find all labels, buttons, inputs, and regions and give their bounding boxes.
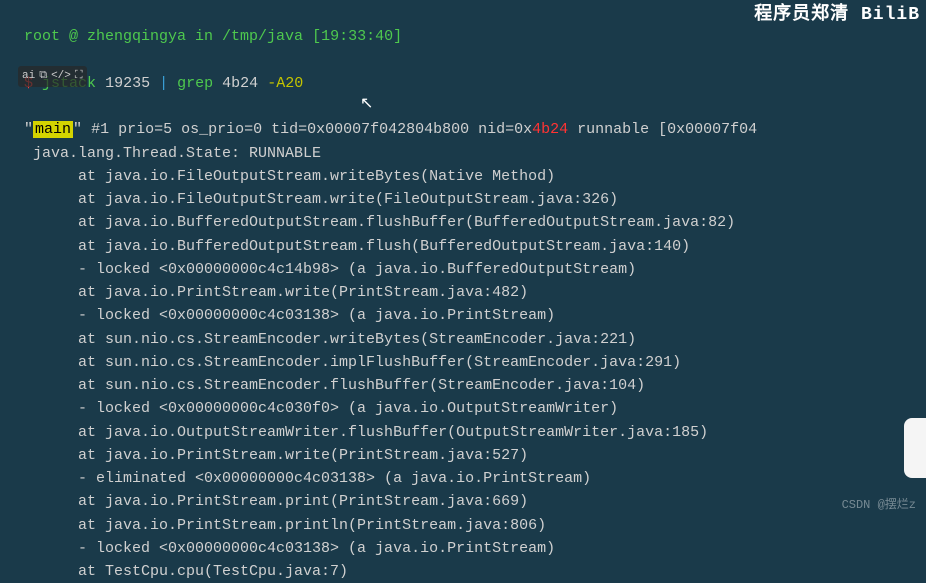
stack-frame: at java.io.PrintStream.write(PrintStream… bbox=[6, 281, 920, 304]
watermark-label: CSDN @摆烂z bbox=[842, 496, 916, 515]
stack-trace: at java.io.FileOutputStream.writeBytes(N… bbox=[6, 165, 920, 583]
stack-frame: at java.io.PrintStream.println(PrintStre… bbox=[6, 514, 920, 537]
stack-frame: at java.io.OutputStreamWriter.flushBuffe… bbox=[6, 421, 920, 444]
stack-frame: at java.io.FileOutputStream.write(FileOu… bbox=[6, 188, 920, 211]
stack-frame: at java.io.PrintStream.write(PrintStream… bbox=[6, 444, 920, 467]
expand-icon[interactable]: ⛶ bbox=[75, 68, 83, 85]
stack-frame: at sun.nio.cs.StreamEncoder.writeBytes(S… bbox=[6, 328, 920, 351]
stack-frame: at java.io.BufferedOutputStream.flushBuf… bbox=[6, 211, 920, 234]
stack-frame: - locked <0x00000000c4c14b98> (a java.io… bbox=[6, 258, 920, 281]
video-source-label: 程序员郑清 BiliB bbox=[748, 0, 926, 32]
code-icon[interactable]: </> bbox=[51, 68, 71, 85]
ai-icon[interactable]: ai bbox=[22, 68, 35, 85]
stack-frame: - locked <0x00000000c4c03138> (a java.io… bbox=[6, 537, 920, 560]
stack-frame: at java.io.PrintStream.print(PrintStream… bbox=[6, 490, 920, 513]
stack-frame: - locked <0x00000000c4c03138> (a java.io… bbox=[6, 304, 920, 327]
thread-name-highlight: main bbox=[33, 121, 73, 138]
stack-frame: at sun.nio.cs.StreamEncoder.flushBuffer(… bbox=[6, 374, 920, 397]
code-toolbar[interactable]: ai ⧉ </> ⛶ bbox=[18, 66, 87, 87]
stack-frame: at java.io.FileOutputStream.writeBytes(N… bbox=[6, 165, 920, 188]
stack-frame: - eliminated <0x00000000c4c03138> (a jav… bbox=[6, 467, 920, 490]
stack-frame: at TestCpu.cpu(TestCpu.java:7) bbox=[6, 560, 920, 583]
command-line[interactable]: $ jstack 19235 | grep 4b24 -A20 bbox=[6, 49, 920, 96]
stack-frame: at java.io.BufferedOutputStream.flush(Bu… bbox=[6, 235, 920, 258]
thread-header-line: "main" #1 prio=5 os_prio=0 tid=0x00007f0… bbox=[6, 95, 920, 142]
stack-frame: - locked <0x00000000c4c030f0> (a java.io… bbox=[6, 397, 920, 420]
grep-match-highlight: 4b24 bbox=[532, 121, 568, 138]
thread-state-line: java.lang.Thread.State: RUNNABLE bbox=[6, 142, 920, 165]
side-tab[interactable] bbox=[904, 418, 926, 478]
copy-icon[interactable]: ⧉ bbox=[39, 68, 47, 85]
stack-frame: at sun.nio.cs.StreamEncoder.implFlushBuf… bbox=[6, 351, 920, 374]
